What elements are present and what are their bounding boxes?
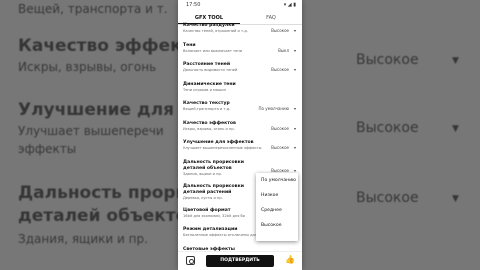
- setting-title: Дальность прорисовки деталей объектов: [183, 159, 244, 171]
- bg-caret-3: ▼: [452, 194, 459, 204]
- quality-dropdown-menu: По умолчанию Низкое Среднее Высокое: [256, 173, 298, 241]
- setting-desc: Улучшает вышеперечисленные эффекты: [183, 146, 262, 150]
- bottom-bar: ПОДТВЕРДИТЬ 👍: [178, 251, 302, 270]
- setting-desc: Включает или выключает тени: [183, 48, 243, 53]
- bg-caret-1: ▼: [452, 56, 459, 66]
- thumbs-up-icon[interactable]: 👍: [285, 255, 295, 264]
- setting-value[interactable]: Высокое: [271, 145, 289, 150]
- setting-desc: Вещей,транспорта и т.д.: [183, 107, 231, 111]
- setting-desc: Тени игроков и машин: [183, 87, 226, 92]
- setting-row[interactable]: Качество текстур Вещей,транспорта и т.д.…: [178, 101, 302, 121]
- dropdown-option-medium[interactable]: Среднее: [256, 203, 298, 218]
- setting-title: Дальность прорисовки деталей растений: [183, 183, 244, 195]
- status-icons: ▾ ◢ ▮: [283, 2, 296, 8]
- setting-desc: Бесполезные эффекты отключены для фпс: [183, 233, 265, 237]
- bg-top-fragment: Вещей, транспорта и т.: [18, 2, 168, 16]
- dropdown-option-high[interactable]: Высокое: [256, 218, 298, 233]
- bg-sub-1: Искры, взрывы, огонь: [18, 60, 157, 74]
- chevron-down-icon[interactable]: ▾: [294, 145, 296, 150]
- instagram-icon[interactable]: [186, 256, 195, 265]
- bg-title-2: Улучшение для э: [18, 100, 191, 120]
- setting-desc: 16bit для экономии, 32bit для бо: [183, 213, 245, 218]
- bg-value-2: Высокое: [356, 120, 419, 136]
- setting-desc: Здания, ящики и пр.: [183, 171, 222, 176]
- chevron-down-icon[interactable]: ▾: [294, 48, 296, 53]
- dropdown-option-default[interactable]: По умолчанию: [256, 173, 298, 188]
- chevron-down-icon[interactable]: ▾: [294, 28, 296, 33]
- setting-row[interactable]: Расстояние теней Дальность видимости тен…: [178, 62, 302, 82]
- chevron-down-icon[interactable]: ▾: [294, 67, 296, 72]
- bg-caret-2: ▼: [452, 124, 459, 134]
- chevron-down-icon[interactable]: ▾: [294, 126, 296, 131]
- setting-desc: Качество теней, отражений и т.д.: [183, 29, 248, 33]
- setting-row[interactable]: Качество эффектов Искры, взрывы, огонь и…: [178, 121, 302, 141]
- setting-value[interactable]: Высокое: [271, 168, 289, 173]
- setting-row[interactable]: Качество раздулки Качество теней, отраже…: [178, 23, 302, 43]
- bg-value-1: Высокое: [356, 52, 419, 68]
- status-bar: 17:50 ▾ ◢ ▮: [178, 0, 302, 12]
- setting-row[interactable]: Улучшение для эффектов Улучшает вышепере…: [178, 140, 302, 160]
- setting-value[interactable]: Высокое: [271, 28, 289, 33]
- bg-value-3: Высокое: [356, 190, 419, 206]
- setting-desc: Искры, взрывы, огонь и пр.: [183, 126, 235, 131]
- setting-value[interactable]: Выкл: [278, 48, 289, 53]
- status-time: 17:50: [186, 2, 201, 8]
- setting-value[interactable]: Высокое: [271, 67, 289, 72]
- setting-value[interactable]: По умолчанию: [258, 106, 289, 111]
- chevron-down-icon[interactable]: ▾: [294, 168, 296, 173]
- bg-sub-2: Улучшает вышеперечи: [18, 124, 164, 138]
- phone-screen: 17:50 ▾ ◢ ▮ GFX TOOL FAQ Качество раздул…: [178, 0, 302, 270]
- setting-row[interactable]: Динамические тени Тени игроков и машин: [178, 82, 302, 102]
- setting-desc: Дальность видимости теней: [183, 68, 238, 72]
- setting-row[interactable]: Тени Включает или выключает тени Выкл ▾: [178, 43, 302, 63]
- bg-title-3b: деталей объектов: [18, 206, 199, 226]
- bg-sub-2b: эффекты: [18, 142, 77, 156]
- dropdown-option-low[interactable]: Низкое: [256, 188, 298, 203]
- chevron-down-icon[interactable]: ▾: [294, 106, 296, 111]
- bg-title-3: Дальность прори: [18, 183, 188, 203]
- confirm-button[interactable]: ПОДТВЕРДИТЬ: [206, 255, 274, 267]
- bg-title-1: Качество эффект: [18, 36, 192, 56]
- setting-desc: Деревья, кусты и пр.: [183, 195, 223, 200]
- setting-value[interactable]: Высокое: [271, 126, 289, 131]
- bg-sub-3: Здания, ящики и пр.: [18, 232, 148, 246]
